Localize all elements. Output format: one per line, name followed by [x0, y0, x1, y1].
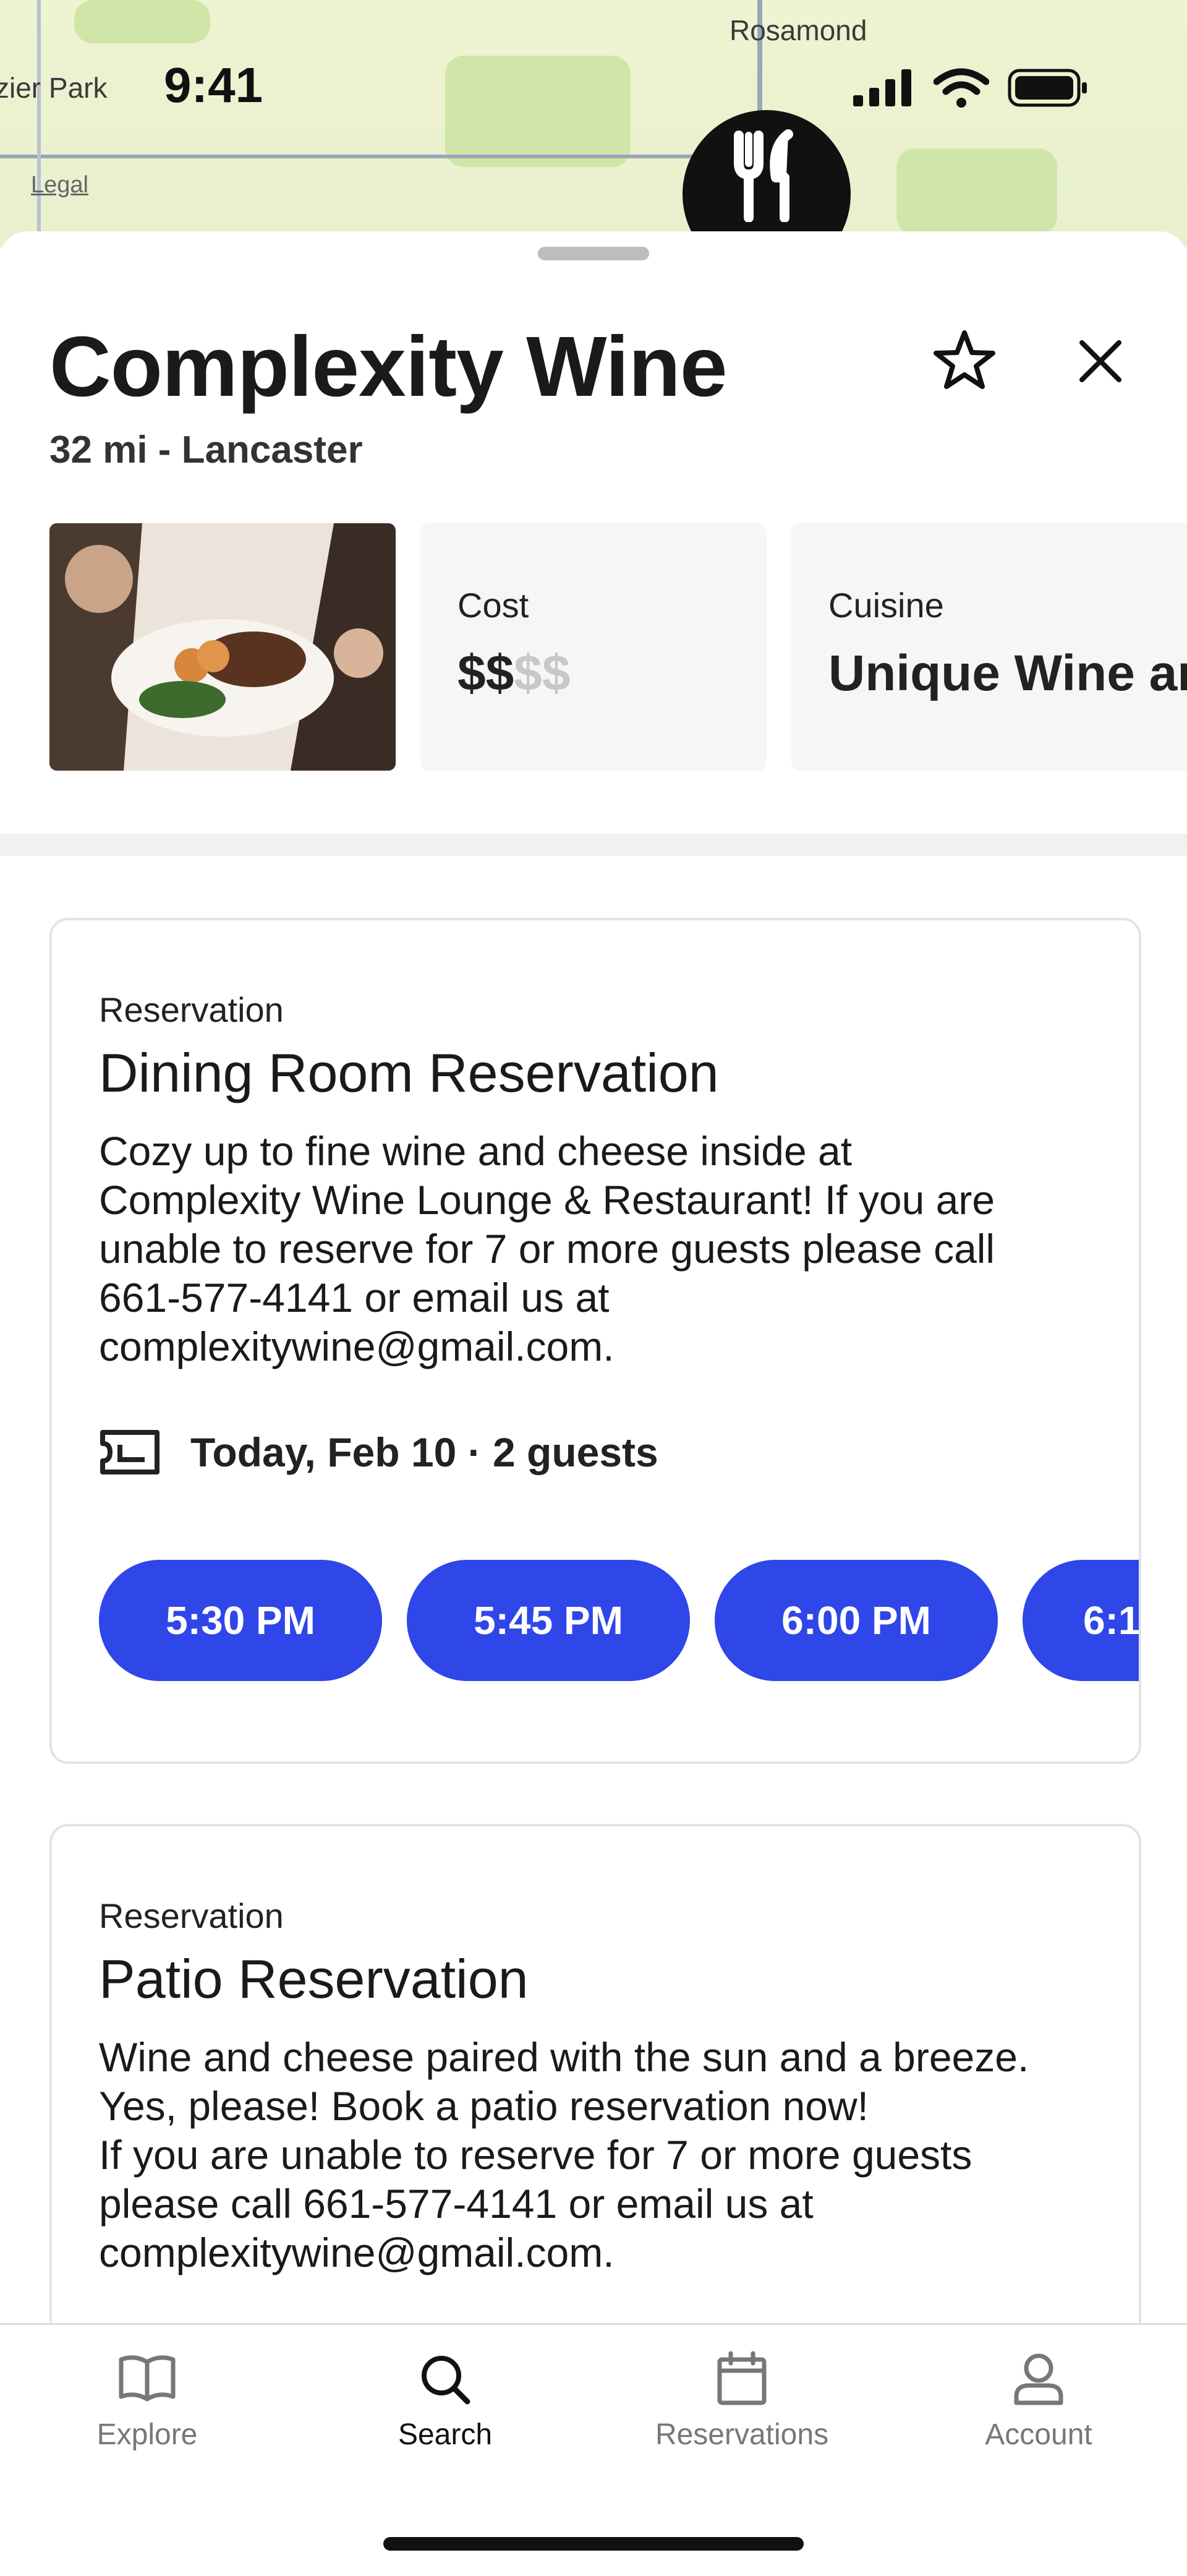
reservation-description: Wine and cheese paired with the sun and … — [99, 2034, 1029, 2275]
map-place-label: Rosamond — [730, 14, 867, 46]
search-icon — [422, 2356, 470, 2405]
tab-label: Explore — [96, 2418, 198, 2451]
tab-label: Search — [398, 2418, 493, 2451]
tab-label: Reservations — [655, 2418, 829, 2451]
cost-value: $$$$ — [457, 644, 570, 703]
cost-inactive: $$ — [514, 645, 571, 701]
calendar-icon — [717, 2351, 767, 2405]
fork-knife-icon — [734, 129, 793, 222]
reservation-ticket-icon — [100, 1430, 160, 1474]
reservation-name: Patio Reservation — [99, 1948, 529, 2009]
wifi-icon — [934, 68, 989, 108]
cellular-signal-icon — [853, 69, 911, 106]
map-park-area — [74, 0, 210, 43]
cuisine-value: Unique Wine an — [828, 645, 1187, 701]
map-park-area — [896, 148, 1057, 235]
map-road — [0, 155, 754, 158]
reservation-kind: Reservation — [99, 1896, 284, 1935]
legal-link[interactable]: Legal — [31, 172, 88, 199]
status-time: 9:41 — [164, 58, 263, 113]
restaurant-map-pin[interactable] — [683, 110, 851, 247]
tab-search[interactable]: Search — [321, 2351, 569, 2452]
home-indicator[interactable] — [383, 2537, 804, 2551]
star-outline-icon — [934, 330, 995, 389]
reservation-party-info[interactable]: Today, Feb 10 · 2 guests — [99, 1429, 658, 1476]
map-park-area — [445, 56, 631, 167]
close-button[interactable] — [1063, 324, 1138, 398]
time-slot-button[interactable]: 5:45 PM — [407, 1560, 690, 1681]
tab-reservations[interactable]: Reservations — [618, 2351, 866, 2452]
restaurant-distance-location: 32 mi - Lancaster — [49, 429, 363, 471]
map-road — [37, 0, 41, 247]
food-photo-illustration — [49, 523, 396, 771]
reservation-card[interactable]: Reservation Dining Room Reservation Cozy… — [49, 918, 1141, 1764]
cuisine-card: Cuisine Unique Wine an — [791, 523, 1187, 771]
sheet-drag-handle[interactable] — [538, 247, 649, 260]
restaurant-name: Complexity Wine — [49, 319, 728, 414]
cost-label: Cost — [457, 586, 529, 625]
battery-icon — [1008, 69, 1087, 107]
tab-label: Account — [985, 2418, 1092, 2451]
cost-active: $$ — [457, 645, 514, 701]
time-slot-button[interactable]: 5:30 PM — [99, 1560, 382, 1681]
status-indicators — [853, 68, 1088, 108]
time-slot-button[interactable]: 6:00 PM — [715, 1560, 998, 1681]
cuisine-label: Cuisine — [828, 586, 944, 625]
reservation-description: Cozy up to fine wine and cheese inside a… — [99, 1128, 995, 1369]
section-divider — [0, 834, 1187, 856]
book-icon — [119, 2355, 176, 2402]
reservation-date-guests: Today, Feb 10 · 2 guests — [190, 1429, 658, 1475]
tab-account[interactable]: Account — [915, 2351, 1162, 2452]
cost-card: Cost $$$$ — [420, 523, 767, 771]
favorite-button[interactable] — [927, 324, 1002, 398]
time-slot-button[interactable]: 6:1 — [1023, 1560, 1139, 1681]
reservation-kind: Reservation — [99, 990, 284, 1029]
map-view[interactable]: Rosamond zier Park Legal 9:41 — [0, 0, 1187, 247]
restaurant-photo[interactable] — [49, 523, 396, 771]
map-place-label: zier Park — [0, 72, 108, 104]
tab-explore[interactable]: Explore — [23, 2351, 271, 2452]
close-icon — [1079, 340, 1121, 382]
restaurant-detail-sheet: Complexity Wine 32 mi - Lancaster Cost $… — [0, 231, 1187, 2574]
time-slot-list[interactable]: 5:30 PM 5:45 PM 6:00 PM 6:1 — [99, 1560, 1139, 1684]
person-icon — [1014, 2353, 1063, 2405]
reservation-name: Dining Room Reservation — [99, 1042, 719, 1103]
